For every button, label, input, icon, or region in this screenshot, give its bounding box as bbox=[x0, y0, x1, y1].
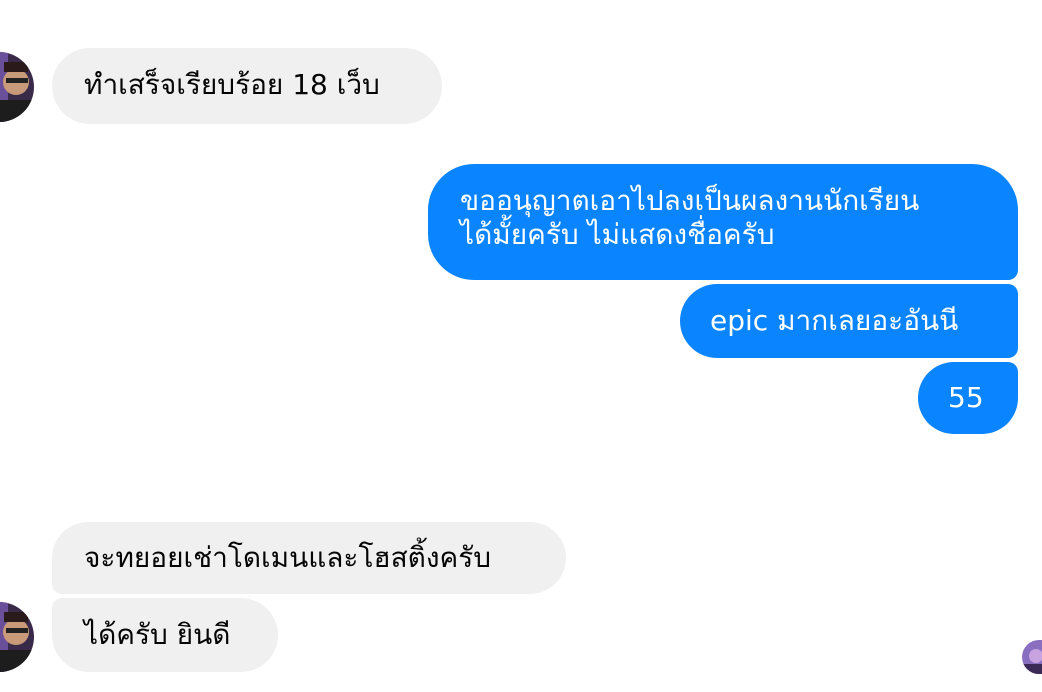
message-text: 55 bbox=[948, 381, 984, 414]
seen-avatar-icon bbox=[1022, 640, 1042, 674]
messenger-conversation: ทำเสร็จเรียบร้อย 18 เว็บ ขออนุญาตเอาไปลง… bbox=[0, 0, 1042, 692]
outgoing-message[interactable]: epic มากเลยอะอันนี bbox=[680, 284, 1018, 358]
contact-avatar[interactable] bbox=[0, 602, 34, 672]
message-text-line-2: ได้มั้ยครับ ไม่แสดงชื่อครับ bbox=[460, 218, 775, 251]
contact-avatar[interactable] bbox=[0, 52, 34, 122]
message-text: ทำเสร็จเรียบร้อย 18 เว็บ bbox=[84, 68, 380, 101]
incoming-message[interactable]: จะทยอยเช่าโดเมนและโฮสติ้งครับ bbox=[52, 522, 566, 594]
message-text: ได้ครับ ยินดี bbox=[84, 618, 231, 651]
message-text: จะทยอยเช่าโดเมนและโฮสติ้งครับ bbox=[84, 541, 492, 574]
outgoing-message[interactable]: ขออนุญาตเอาไปลงเป็นผลงานนักเรียน ได้มั้ย… bbox=[428, 164, 1018, 280]
outgoing-message[interactable]: 55 bbox=[918, 362, 1018, 434]
message-text: epic มากเลยอะอันนี bbox=[710, 304, 959, 337]
incoming-message[interactable]: ได้ครับ ยินดี bbox=[52, 598, 278, 672]
message-text-line-1: ขออนุญาตเอาไปลงเป็นผลงานนักเรียน bbox=[460, 184, 920, 217]
profile-photo-icon bbox=[0, 52, 34, 122]
incoming-message[interactable]: ทำเสร็จเรียบร้อย 18 เว็บ bbox=[52, 48, 442, 124]
profile-photo-icon bbox=[0, 602, 34, 672]
